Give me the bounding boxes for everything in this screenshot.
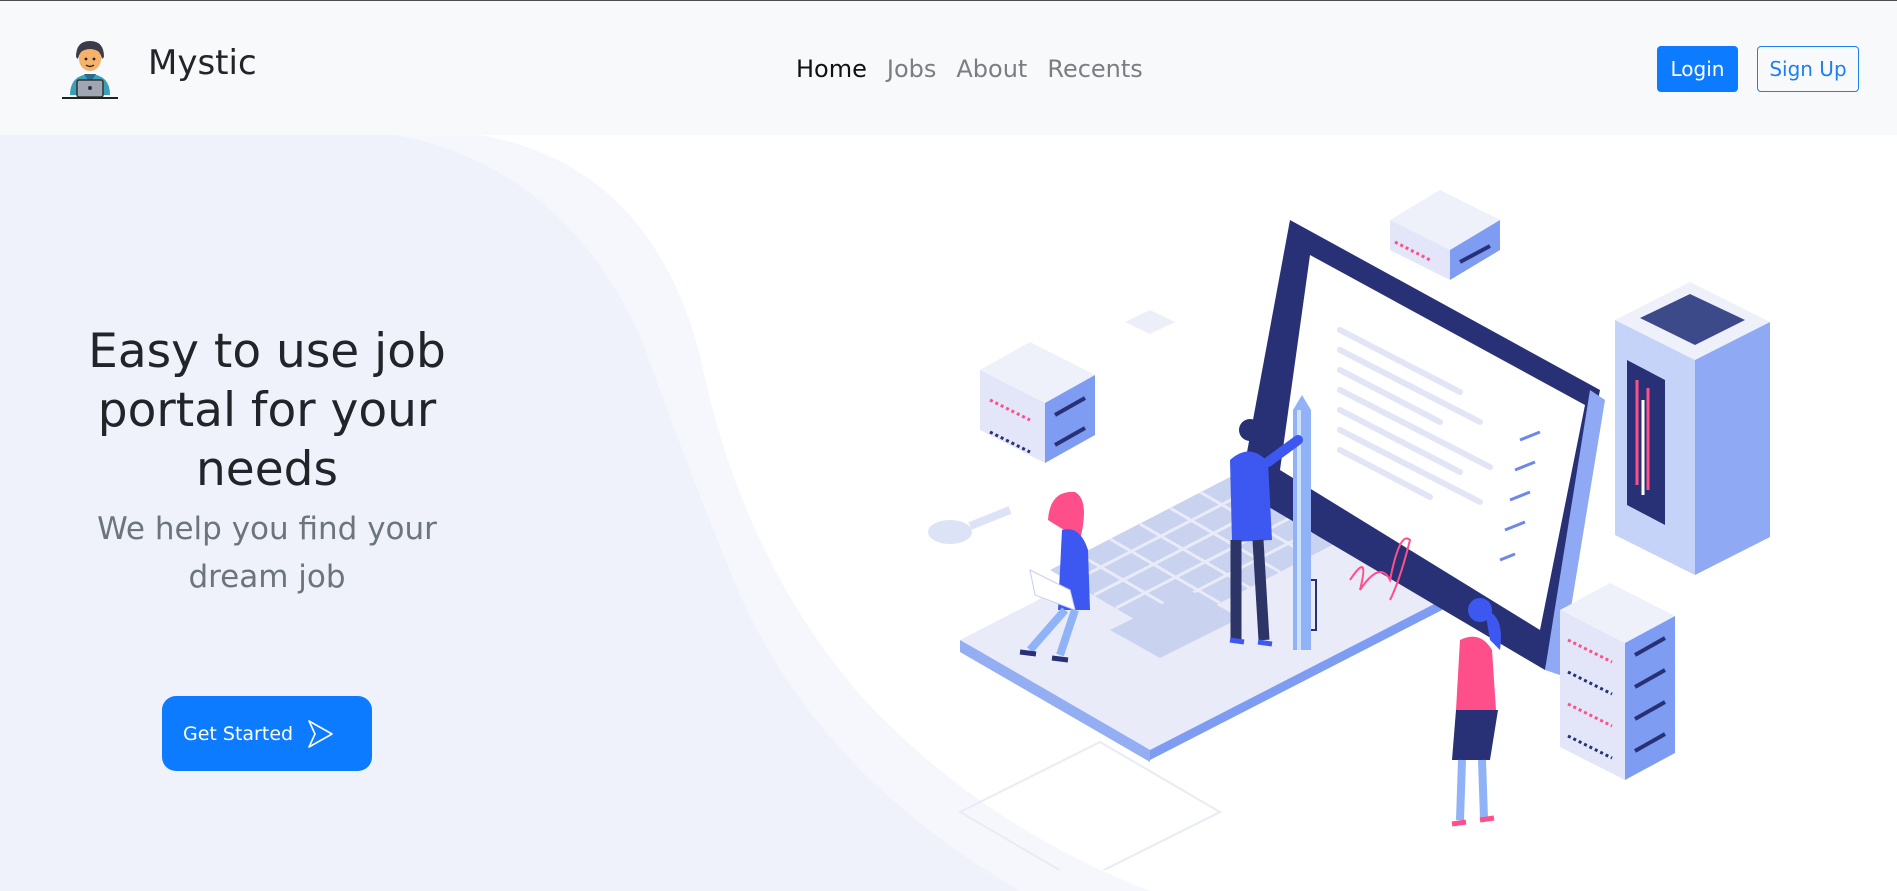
- nav-about-link[interactable]: About: [956, 55, 1027, 83]
- background-diamond-outline: [957, 740, 1223, 870]
- nav-home-link[interactable]: Home: [796, 55, 867, 83]
- woman-standing-figure: [1451, 598, 1501, 827]
- hero-text: Easy to use job portal for your needs We…: [60, 322, 474, 601]
- floating-tile: [1125, 310, 1175, 334]
- brand[interactable]: Mystic: [60, 37, 257, 101]
- main-nav: Home Jobs About Recents: [796, 55, 1143, 83]
- get-started-button[interactable]: Get Started: [162, 696, 372, 771]
- get-started-label: Get Started: [183, 722, 294, 745]
- server-top: [1390, 190, 1500, 280]
- server-stack-right: [1560, 583, 1675, 780]
- hero-title: Easy to use job portal for your needs: [88, 324, 446, 497]
- server-stack-left: [980, 342, 1095, 463]
- user-at-laptop-icon: [62, 41, 118, 99]
- key-icon: [928, 506, 1012, 544]
- navbar: Mystic Home Jobs About Recents Login Sig…: [0, 1, 1897, 135]
- signup-button[interactable]: Sign Up: [1757, 46, 1859, 92]
- nav-jobs-link[interactable]: Jobs: [887, 55, 937, 83]
- hero-illustration: [928, 190, 1770, 870]
- play-arrow-icon: [308, 720, 333, 748]
- login-button[interactable]: Login: [1657, 46, 1738, 92]
- brand-name: Mystic: [148, 43, 257, 83]
- server-tower: [1615, 282, 1770, 575]
- hero-subtitle: We help you find your dream job: [97, 511, 437, 595]
- nav-recents-link[interactable]: Recents: [1047, 55, 1142, 83]
